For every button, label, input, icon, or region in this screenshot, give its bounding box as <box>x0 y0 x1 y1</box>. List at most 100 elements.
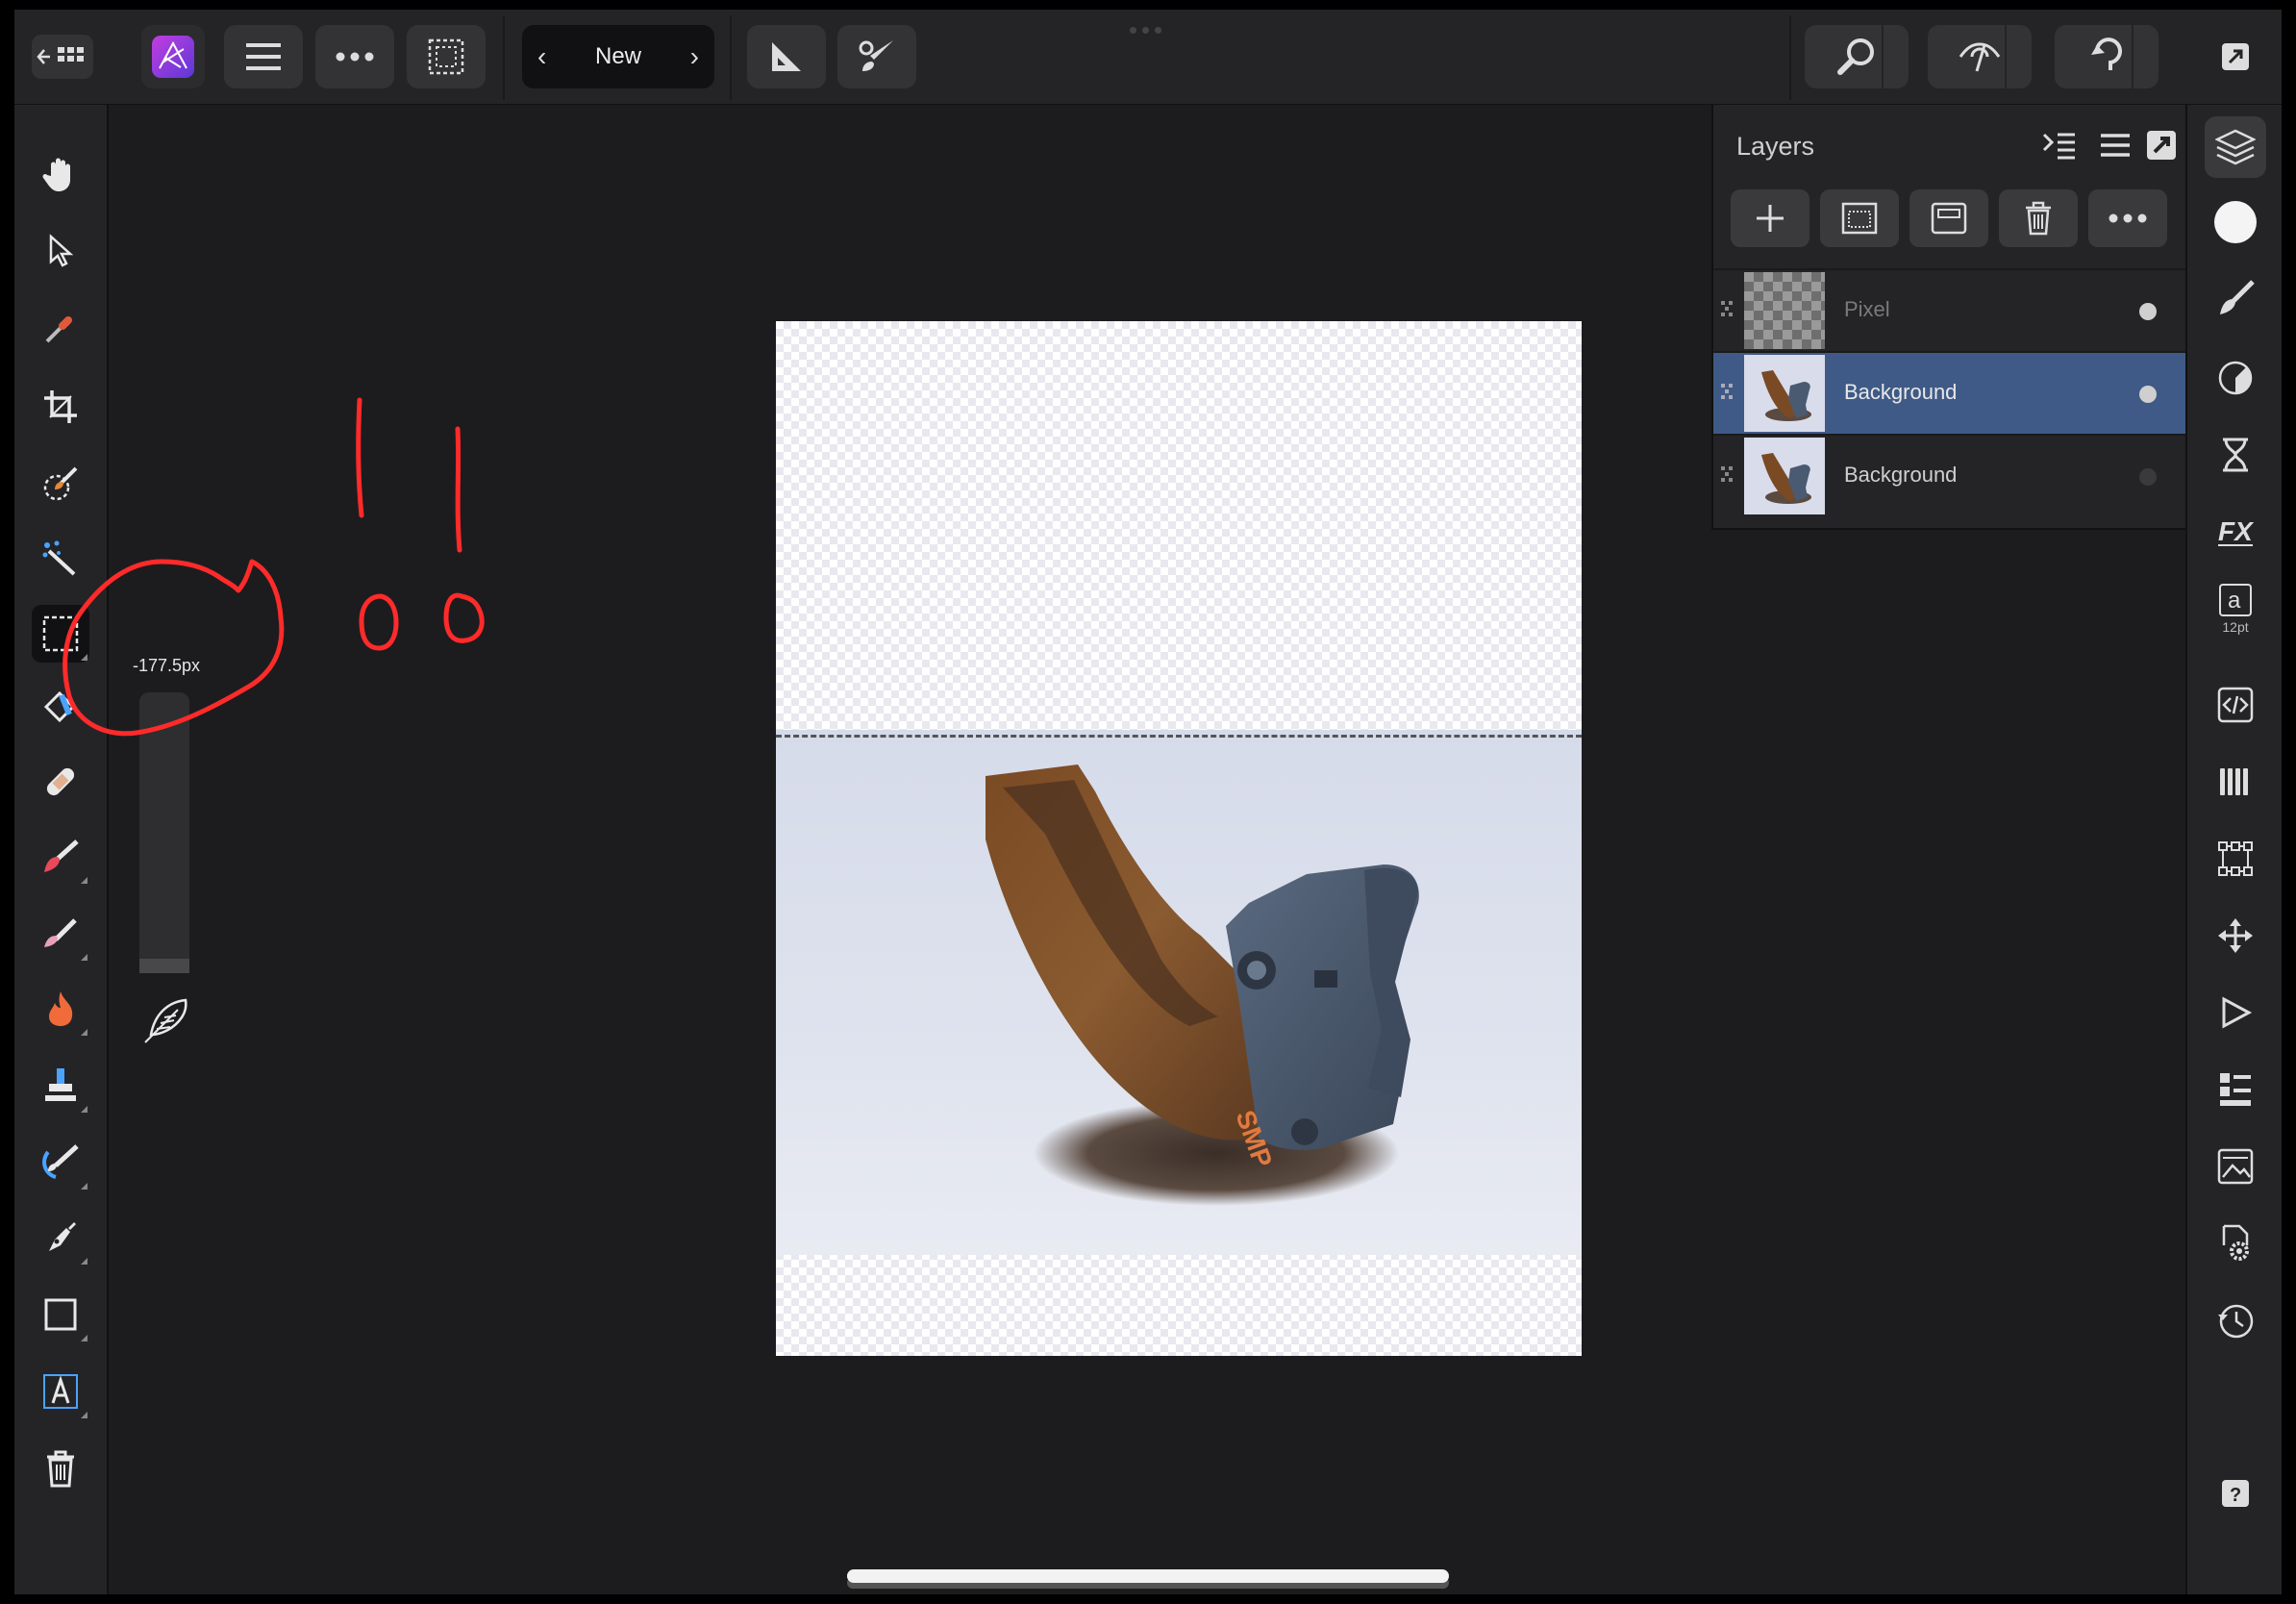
transform-move-studio-button[interactable] <box>2205 905 2266 966</box>
color-picker-tool-button[interactable] <box>32 299 89 357</box>
adjustments-studio-button[interactable] <box>2205 347 2266 409</box>
add-mask-button[interactable] <box>1820 189 1899 247</box>
back-to-home-button[interactable] <box>32 35 93 79</box>
flame-icon <box>49 991 73 1026</box>
layers-pin-button[interactable] <box>2140 124 2183 166</box>
bucket-thumbnail-icon <box>1761 453 1811 504</box>
window-grabber[interactable] <box>1130 21 1178 34</box>
drag-handle-icon[interactable] <box>1719 299 1736 322</box>
home-indicator[interactable] <box>847 1569 1449 1583</box>
color-picker-icon <box>45 316 72 343</box>
svg-text:?: ? <box>2230 1485 2241 1506</box>
flood-fill-tool-button[interactable] <box>32 678 89 736</box>
layer-visibility-toggle[interactable] <box>2139 386 2157 403</box>
drag-handle-icon[interactable] <box>1719 464 1736 488</box>
macro-studio-button[interactable] <box>2205 982 2266 1043</box>
navigator-studio-button[interactable] <box>2205 828 2266 890</box>
delete-layer-button[interactable] <box>1999 189 2078 247</box>
clone-tool-button[interactable] <box>32 1057 89 1115</box>
view-options-tab[interactable] <box>2005 25 2032 88</box>
move-tool-button[interactable] <box>32 222 89 280</box>
layers-studio-button[interactable] <box>2205 116 2266 178</box>
document-switcher: ‹ New › <box>522 25 714 88</box>
healing-tool-button[interactable] <box>32 753 89 811</box>
layers-collapse-button[interactable] <box>2038 124 2081 166</box>
document-name[interactable]: New <box>595 43 641 70</box>
ellipsis-icon <box>336 52 374 62</box>
layers-panel-title: Layers <box>1736 132 1815 161</box>
persona-photo-button[interactable] <box>141 25 205 88</box>
marquee-selection-edge <box>776 735 1582 738</box>
layer-thumbnail <box>1744 355 1825 432</box>
list-icon <box>2101 134 2130 157</box>
view-mode-button[interactable] <box>1928 25 2032 88</box>
fx-studio-button[interactable]: FX <box>2205 501 2266 563</box>
rectangle-tool-button[interactable] <box>32 1286 89 1343</box>
burn-tool-button[interactable] <box>32 980 89 1038</box>
delete-button[interactable] <box>32 1440 89 1497</box>
selection-brush-icon <box>43 466 78 501</box>
assistant-button[interactable] <box>837 25 916 88</box>
drag-handle-icon[interactable] <box>1719 382 1736 405</box>
more-options-button[interactable] <box>315 25 394 88</box>
layer-row-pixel[interactable]: Pixel <box>1713 268 2187 351</box>
help-button[interactable]: ? <box>2205 1463 2266 1524</box>
ruler-set-square-icon <box>772 42 801 71</box>
marquee-icon <box>42 615 79 652</box>
layer-visibility-toggle[interactable] <box>2139 303 2157 320</box>
hamburger-icon <box>246 43 281 70</box>
document-canvas[interactable]: SMP <box>776 321 1582 1356</box>
settings-studio-button[interactable] <box>2205 1213 2266 1274</box>
history-studio-button[interactable] <box>2205 424 2266 486</box>
help-icon: ? <box>2222 1480 2249 1507</box>
erase-tool-button[interactable] <box>32 905 89 963</box>
crop-tool-button[interactable] <box>32 378 89 436</box>
code-transform-icon <box>2217 687 2254 723</box>
view-tool-button[interactable] <box>32 145 89 203</box>
bucket-thumbnail-icon <box>1761 370 1811 421</box>
snapping-button[interactable] <box>747 25 826 88</box>
svg-text:FX: FX <box>2218 516 2255 546</box>
smudge-icon <box>42 1144 79 1179</box>
selection-options-button[interactable] <box>407 25 486 88</box>
ellipsis-icon <box>2109 213 2147 223</box>
undo-redo-button[interactable] <box>2055 25 2159 88</box>
layer-row-background-copy[interactable]: Background <box>1713 434 2187 516</box>
text-styles-studio-button[interactable]: a 12pt <box>2205 578 2266 639</box>
zoom-button[interactable] <box>1805 25 1909 88</box>
flood-select-tool-button[interactable] <box>32 530 89 588</box>
add-layer-button[interactable] <box>1731 189 1809 247</box>
snapshots-studio-button[interactable] <box>2205 1290 2266 1351</box>
selection-brush-tool-button[interactable] <box>32 455 89 513</box>
layer-row-background[interactable]: Background <box>1713 351 2187 434</box>
history-options-tab[interactable] <box>2132 25 2159 88</box>
main-menu-button[interactable] <box>224 25 303 88</box>
color-studio-button[interactable] <box>2205 191 2266 253</box>
layer-visibility-toggle[interactable] <box>2139 468 2157 486</box>
hourglass-icon <box>2223 438 2248 472</box>
stock-studio-button[interactable] <box>2205 1059 2266 1120</box>
layer-options-button[interactable] <box>2088 189 2167 247</box>
smudge-tool-button[interactable] <box>32 1134 89 1191</box>
feather-icon-button[interactable] <box>137 992 195 1050</box>
export-studio-button[interactable] <box>2205 1136 2266 1197</box>
group-layers-button[interactable] <box>1909 189 1988 247</box>
fx-icon: FX <box>2218 516 2255 546</box>
zoom-options-tab[interactable] <box>1882 25 1909 88</box>
transform-studio-button[interactable] <box>2205 674 2266 736</box>
paint-brush-tool-button[interactable] <box>32 828 89 886</box>
paint-brush-icon <box>44 840 79 872</box>
text-size-label: 12pt <box>2222 619 2249 635</box>
text-tool-button[interactable] <box>32 1363 89 1420</box>
pen-tool-button[interactable] <box>32 1209 89 1266</box>
fullscreen-button[interactable] <box>2207 25 2264 88</box>
marquee-tool-button[interactable] <box>32 605 89 663</box>
back-grid-icon <box>37 47 84 64</box>
previous-document-button[interactable]: ‹ <box>537 41 546 72</box>
brushes-studio-button[interactable] <box>2205 268 2266 330</box>
channels-studio-button[interactable] <box>2205 751 2266 813</box>
layers-menu-button[interactable] <box>2094 124 2136 166</box>
feather-slider[interactable] <box>139 692 189 973</box>
collapse-list-icon <box>2042 133 2075 160</box>
next-document-button[interactable]: › <box>690 41 699 72</box>
